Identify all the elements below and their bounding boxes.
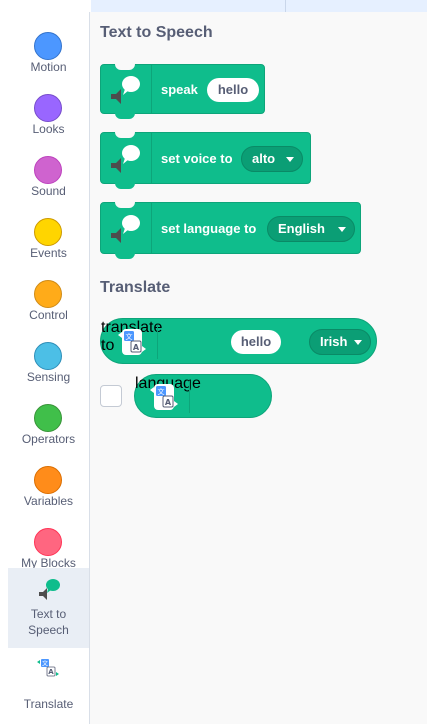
block-divider [157, 325, 158, 359]
category-label: Control [29, 308, 68, 322]
section-title-text-to-speech: Text to Speech [100, 24, 213, 41]
category-label: Variables [23, 494, 74, 508]
language-dropdown-value: English [278, 221, 325, 236]
category-translate[interactable]: 文 A Translate [8, 650, 89, 716]
translate-text-input[interactable]: hello [231, 330, 281, 354]
category-label-line2: Speech [28, 623, 69, 637]
voice-dropdown-value: alto [252, 151, 276, 166]
sound-color-dot [34, 156, 62, 184]
translate-icon: 文 A [33, 656, 63, 680]
category-sensing[interactable]: Sensing [8, 328, 89, 390]
variables-color-dot [34, 466, 62, 494]
speak-block[interactable]: speak hello [100, 64, 265, 119]
category-my-blocks[interactable]: My Blocks [8, 514, 89, 576]
block-icon-area [101, 133, 152, 183]
speak-text-input[interactable]: hello [207, 78, 259, 102]
category-label: Operators [21, 432, 76, 446]
language-monitor-checkbox[interactable] [100, 385, 122, 407]
set-language-label: set language to [161, 221, 257, 236]
speech-bubble-speaker-icon [111, 215, 140, 243]
category-events[interactable]: Events [8, 204, 89, 266]
events-color-dot [34, 218, 62, 246]
category-control[interactable]: Control [8, 266, 89, 328]
category-looks[interactable]: Looks [8, 80, 89, 142]
section-title-translate: Translate [100, 279, 171, 296]
speech-bubble-speaker-icon [111, 76, 140, 104]
operators-color-dot [34, 404, 62, 432]
looks-color-dot [34, 94, 62, 122]
svg-text:文: 文 [42, 660, 48, 668]
set-voice-block[interactable]: set voice to alto [100, 132, 311, 189]
block-icon-area [101, 203, 152, 253]
caret-down-icon [286, 157, 294, 162]
svg-text:文: 文 [158, 387, 165, 396]
category-label: Events [30, 246, 67, 260]
category-variables[interactable]: Variables [8, 452, 89, 514]
motion-color-dot [34, 32, 62, 60]
block-divider [189, 381, 190, 413]
language-reporter-block[interactable]: 文 A language [134, 374, 272, 418]
caret-down-icon [338, 227, 346, 232]
svg-text:A: A [133, 343, 140, 352]
svg-text:A: A [165, 398, 172, 407]
category-sound[interactable]: Sound [8, 142, 89, 204]
block-notch [115, 183, 135, 189]
translate-language-dropdown[interactable]: Irish [309, 329, 371, 355]
category-sidebar: Motion Looks Sound Events Control Sensin… [8, 12, 90, 724]
category-label: Looks [32, 122, 65, 136]
category-label: Motion [30, 60, 67, 74]
category-motion[interactable]: Motion [8, 18, 89, 80]
translate-block[interactable]: 文 A translate hello to Irish [100, 318, 377, 364]
set-language-block[interactable]: set language to English [100, 202, 361, 259]
voice-dropdown[interactable]: alto [241, 146, 303, 172]
category-text-to-speech[interactable]: Text to Speech [8, 568, 89, 648]
category-label: Sound [31, 184, 66, 198]
block-palette: Text to Speech speak hello set voice to … [90, 12, 427, 724]
category-label-line1: Text to [30, 607, 67, 621]
speak-label: speak [161, 82, 198, 97]
sensing-color-dot [34, 342, 62, 370]
my-blocks-color-dot [34, 528, 62, 556]
svg-text:文: 文 [126, 332, 133, 341]
translate-language-value: Irish [320, 334, 348, 349]
set-voice-label: set voice to [161, 151, 233, 166]
category-label: Sensing [26, 370, 71, 384]
translate-icon: 文 A [115, 327, 149, 357]
control-color-dot [34, 280, 62, 308]
speech-bubble-speaker-icon [111, 145, 140, 173]
speech-bubble-speaker-icon [33, 576, 63, 600]
block-notch [115, 113, 135, 119]
block-notch [115, 253, 135, 259]
caret-down-icon [354, 340, 362, 345]
translate-icon: 文 A [147, 382, 181, 412]
category-label: Translate [23, 697, 74, 711]
svg-text:A: A [48, 668, 54, 676]
block-icon-area [101, 65, 152, 113]
top-strip-divider [285, 0, 286, 12]
language-dropdown[interactable]: English [267, 216, 355, 242]
category-operators[interactable]: Operators [8, 390, 89, 452]
